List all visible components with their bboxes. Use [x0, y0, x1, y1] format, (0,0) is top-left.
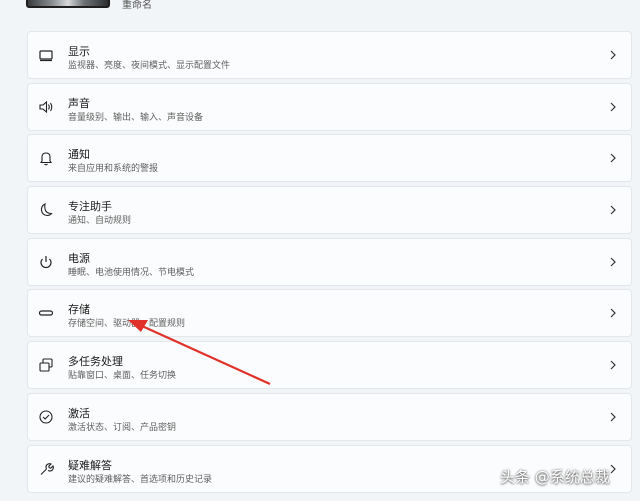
chevron-right-icon: [607, 307, 619, 319]
row-subtitle: 贴靠窗口、桌面、任务切换: [68, 371, 177, 382]
settings-row-notifications[interactable]: 通知 来自应用和系统的警报: [27, 134, 632, 183]
row-title: 声音: [68, 96, 90, 110]
speaker-icon: [37, 98, 55, 116]
row-subtitle: 通知、自动规则: [68, 216, 132, 227]
wrench-icon: [37, 460, 55, 478]
settings-row-multitasking[interactable]: 多任务处理 贴靠窗口、桌面、任务切换: [27, 341, 632, 390]
row-title: 专注助手: [68, 200, 112, 214]
row-title: 多任务处理: [68, 355, 123, 369]
row-subtitle: 建议的疑难解答、首选项和历史记录: [68, 474, 213, 485]
storage-icon: [37, 304, 55, 322]
settings-row-focus-assist[interactable]: 专注助手 通知、自动规则: [27, 186, 632, 235]
row-title: 存储: [68, 303, 90, 317]
rename-link[interactable]: 重命名: [122, 0, 152, 11]
power-icon: [37, 253, 55, 271]
row-subtitle: 激活状态、订阅、产品密钥: [68, 422, 177, 433]
settings-page: 重命名 显示 监视器、亮度、夜间模式、显示配置文件 声音 音量级别、输出、输入、…: [0, 0, 640, 501]
settings-row-sound[interactable]: 声音 音量级别、输出、输入、声音设备: [27, 82, 632, 131]
row-title: 电源: [68, 251, 90, 265]
row-subtitle: 睡眠、电池使用情况、节电模式: [68, 267, 195, 278]
row-subtitle: 存储空间、驱动器、配置规则: [68, 319, 186, 330]
chevron-right-icon: [607, 256, 619, 268]
account-header: 重命名: [0, 0, 640, 14]
row-subtitle: 监视器、亮度、夜间模式、显示配置文件: [68, 61, 231, 71]
settings-row-display[interactable]: 显示 监视器、亮度、夜间模式、显示配置文件: [27, 31, 632, 79]
multitask-icon: [37, 356, 55, 374]
chevron-right-icon: [607, 411, 619, 423]
chevron-right-icon: [607, 101, 619, 113]
row-title: 通知: [68, 148, 90, 162]
row-title: 疑难解答: [68, 458, 112, 472]
chevron-right-icon: [607, 152, 619, 164]
row-title: 显示: [68, 45, 90, 58]
settings-row-storage[interactable]: 存储 存储空间、驱动器、配置规则: [27, 289, 632, 338]
check-circle-icon: [37, 408, 55, 426]
bell-icon: [37, 149, 55, 167]
monitor-icon: [37, 46, 55, 64]
row-subtitle: 音量级别、输出、输入、声音设备: [68, 112, 204, 123]
chevron-right-icon: [607, 49, 619, 61]
settings-row-activation[interactable]: 激活 激活状态、订阅、产品密钥: [27, 392, 632, 441]
settings-list: 显示 监视器、亮度、夜间模式、显示配置文件 声音 音量级别、输出、输入、声音设备…: [27, 31, 632, 496]
device-thumbnail: [26, 0, 110, 8]
watermark: 头条 @系统总裁: [500, 468, 610, 486]
chevron-right-icon: [607, 359, 619, 371]
row-title: 激活: [68, 406, 90, 420]
chevron-right-icon: [607, 204, 619, 216]
row-subtitle: 来自应用和系统的警报: [68, 164, 159, 175]
settings-row-power[interactable]: 电源 睡眠、电池使用情况、节电模式: [27, 237, 632, 286]
moon-icon: [37, 201, 55, 219]
